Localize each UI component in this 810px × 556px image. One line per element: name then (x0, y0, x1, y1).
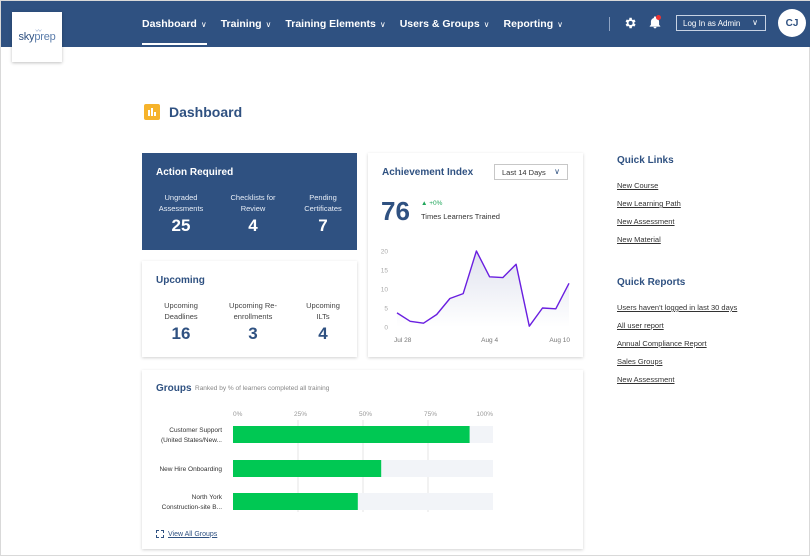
x-tick-label: 75% (424, 411, 437, 418)
chevron-down-icon: ∨ (379, 19, 386, 29)
x-tick-label: Aug 4 (481, 337, 498, 344)
report-new-assessment[interactable]: New Assessment (617, 375, 675, 384)
nav-users-groups[interactable]: Users & Groups ∨ (400, 1, 490, 47)
login-as-admin-dropdown[interactable]: Log In as Admin ∨ (676, 15, 766, 31)
nav-dashboard[interactable]: Dashboard ∨ (142, 1, 207, 47)
user-avatar[interactable]: CJ (778, 9, 806, 37)
chevron-down-icon: ∨ (554, 167, 560, 176)
category-label: North York (192, 494, 223, 501)
report-annual-compliance[interactable]: Annual Compliance Report (617, 339, 707, 348)
date-range-select[interactable]: Last 14 Days ∨ (494, 164, 568, 180)
x-tick-label: Jul 28 (394, 337, 412, 344)
view-all-groups-link[interactable]: View All Groups (156, 530, 217, 538)
nav-training-elements[interactable]: Training Elements ∨ (285, 1, 385, 47)
chevron-down-icon: ∨ (752, 18, 758, 27)
bar (233, 426, 470, 443)
card-title: Achievement Index (382, 167, 474, 178)
quick-links-title: Quick Links (617, 155, 674, 166)
x-tick-label: 100% (476, 411, 493, 418)
stat-checklists-for-review[interactable]: Checklists for Review 4 (218, 192, 288, 236)
chevron-down-icon: ∨ (483, 19, 490, 29)
x-tick-label: 50% (359, 411, 372, 418)
y-tick-label: 15 (381, 268, 389, 275)
logo-wave-icon: 〰 (35, 29, 42, 35)
x-tick-label: Aug 10 (549, 337, 570, 344)
stat-upcoming-reenrollments[interactable]: Upcoming Re-enrollments 3 (218, 300, 288, 344)
nav-training[interactable]: Training ∨ (221, 1, 272, 47)
bar (233, 493, 358, 510)
category-label: Construction-site B... (162, 504, 223, 511)
nav-reporting[interactable]: Reporting ∨ (504, 1, 563, 47)
gear-icon[interactable] (623, 16, 637, 30)
groups-subtitle: Ranked by % of learners completed all tr… (195, 385, 330, 392)
bar-chart-icon (144, 104, 160, 120)
y-tick-label: 20 (381, 249, 389, 256)
page-title: Dashboard (169, 104, 243, 120)
arrow-up-icon: ▲ (421, 200, 428, 207)
card-title: Groups (156, 383, 192, 394)
card-title: Action Required (156, 167, 234, 178)
chevron-down-icon: ∨ (200, 19, 207, 29)
category-label: (United States/New... (161, 437, 222, 444)
expand-icon (156, 530, 164, 538)
bar (233, 460, 382, 477)
report-inactive-users[interactable]: Users haven't logged in last 30 days (617, 303, 737, 312)
notification-badge (656, 15, 661, 20)
y-tick-label: 5 (384, 306, 388, 313)
main-nav: Dashboard ∨ Training ∨ Training Elements ∨ … (142, 1, 577, 47)
y-tick-label: 10 (381, 287, 389, 294)
stat-upcoming-ilts[interactable]: Upcoming ILTs 4 (288, 300, 358, 344)
stat-pending-certificates[interactable]: Pending Certificates 7 (288, 192, 358, 236)
skyprep-logo[interactable]: 〰 skyprep (12, 12, 62, 62)
nav-divider (609, 17, 610, 31)
x-tick-label: 25% (294, 411, 307, 418)
achievement-index-card: Achievement Index Last 14 Days ∨ 76 ▲ +0… (368, 153, 583, 357)
report-sales-groups[interactable]: Sales Groups (617, 357, 662, 366)
y-tick-label: 0 (384, 325, 388, 332)
achievement-label: Times Learners Trained (421, 212, 500, 221)
groups-card: 0% 25% 50% 75% 100% Customer Support (United S… (142, 370, 583, 549)
stat-ungraded-assessments[interactable]: Ungraded Assessments 25 (146, 192, 216, 236)
chevron-down-icon: ∨ (557, 19, 563, 29)
stat-upcoming-deadlines[interactable]: Upcoming Deadlines 16 (146, 300, 216, 344)
groups-bar-chart: 0% 25% 50% 75% 100% Customer Support (United S… (159, 411, 493, 512)
action-required-card: Action Required Ungraded Assessments 25 … (142, 153, 357, 250)
quick-link-new-learning-path[interactable]: New Learning Path (617, 199, 681, 208)
category-label: Customer Support (169, 427, 222, 434)
achievement-value: 76 (381, 196, 410, 226)
report-all-users[interactable]: All user report (617, 321, 664, 330)
card-title: Upcoming (156, 275, 205, 286)
quick-reports-title: Quick Reports (617, 277, 686, 288)
achievement-line-chart: 0 5 10 15 20 Jul 28 Aug 4 Aug 10 (381, 249, 571, 345)
logo-text: 〰 skyprep (18, 29, 55, 43)
chevron-down-icon: ∨ (265, 19, 272, 29)
quick-link-new-material[interactable]: New Material (617, 235, 661, 244)
quick-link-new-course[interactable]: New Course (617, 181, 658, 190)
quick-link-new-assessment[interactable]: New Assessment (617, 217, 675, 226)
upcoming-card: Upcoming Upcoming Deadlines 16 Upcoming … (142, 261, 357, 357)
category-label: New Hire Onboarding (159, 466, 222, 473)
delta-indicator: ▲ +0% (421, 200, 443, 207)
x-tick-label: 0% (233, 411, 243, 418)
